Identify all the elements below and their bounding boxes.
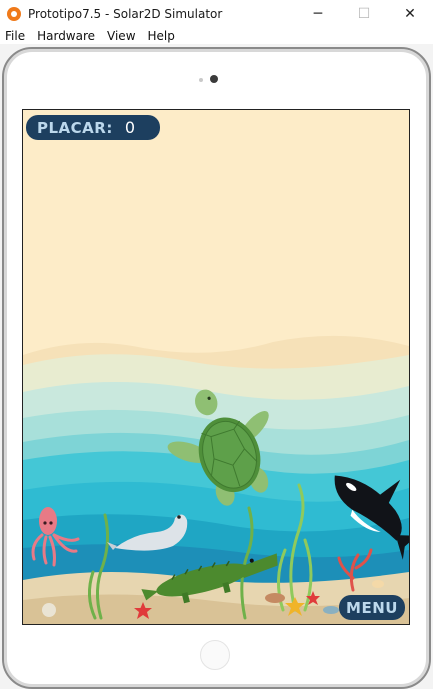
shell-1	[42, 603, 56, 617]
home-button[interactable]	[200, 640, 230, 670]
menu-button[interactable]: MENU	[339, 595, 405, 620]
score-panel: PLACAR: 0	[26, 115, 160, 140]
title-bar: Prototipo7.5 - Solar2D Simulator ─ ☐ ✕	[0, 0, 433, 27]
menu-view[interactable]: View	[101, 29, 141, 43]
sensor-dot	[199, 78, 203, 82]
shell-2	[265, 593, 285, 603]
window-controls: ─ ☐ ✕	[295, 0, 433, 27]
shell-4	[372, 580, 384, 588]
maximize-button[interactable]: ☐	[341, 0, 387, 27]
score-value: 0	[124, 118, 136, 137]
score-label: PLACAR:	[37, 118, 113, 137]
close-button[interactable]: ✕	[387, 0, 433, 27]
minimize-button[interactable]: ─	[295, 0, 341, 27]
game-screen[interactable]: PLACAR: 0 MENU	[22, 109, 410, 625]
solar2d-icon	[7, 6, 21, 21]
menu-bar: File Hardware View Help	[0, 27, 433, 44]
shell-3	[323, 606, 339, 614]
menu-file[interactable]: File	[0, 29, 31, 43]
menu-hardware[interactable]: Hardware	[31, 29, 101, 43]
menu-help[interactable]: Help	[142, 29, 181, 43]
ocean-scene	[23, 110, 409, 624]
camera-dot	[210, 75, 218, 83]
window-title: Prototipo7.5 - Solar2D Simulator	[28, 6, 223, 21]
